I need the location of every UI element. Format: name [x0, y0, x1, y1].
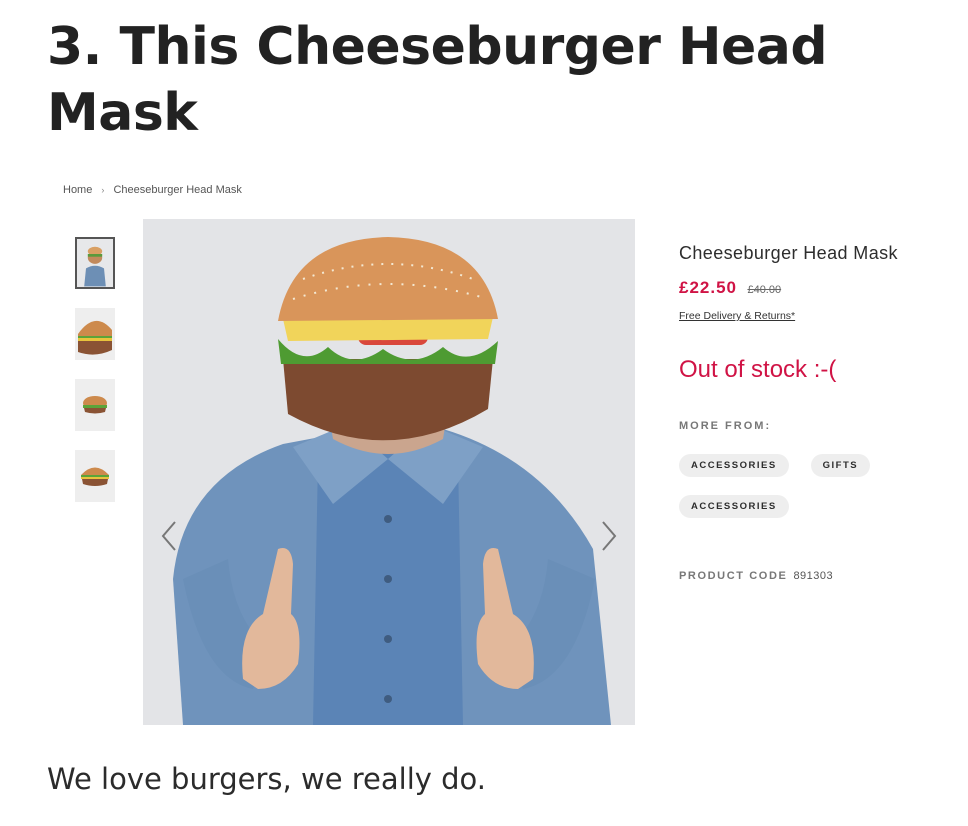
article-title: 3. This Cheeseburger Head Mask: [47, 17, 828, 143]
next-image-arrow-icon[interactable]: [597, 519, 621, 553]
thumbnail-front[interactable]: [75, 450, 115, 502]
stock-status: Out of stock :-(: [679, 356, 837, 383]
tag-gifts[interactable]: GIFTS: [810, 454, 871, 477]
thumbnail-top[interactable]: [75, 379, 115, 431]
current-price: £22.50: [679, 278, 737, 297]
price-row: £22.50 £40.00: [679, 278, 939, 298]
previous-image-arrow-icon[interactable]: [157, 519, 181, 553]
more-from-label: MORE FROM:: [679, 420, 772, 432]
thumbnail-list: [75, 237, 117, 521]
product-main-image: [143, 219, 635, 725]
article-caption: We love burgers, we really do.: [47, 762, 487, 796]
product-info-panel: Cheeseburger Head Mask £22.50 £40.00 Fre…: [679, 243, 939, 582]
breadcrumb-separator: ›: [101, 185, 105, 195]
tag-accessories[interactable]: ACCESSORIES: [679, 454, 789, 477]
thumbnail-side[interactable]: [75, 308, 115, 360]
breadcrumb-current: Cheeseburger Head Mask: [113, 184, 242, 196]
free-delivery-link[interactable]: Free Delivery & Returns*: [679, 310, 795, 322]
product-page-screenshot: Home › Cheeseburger Head Mask Cheeseburg…: [0, 165, 968, 735]
product-code-row: PRODUCT CODE 891303: [679, 570, 939, 582]
breadcrumb: Home › Cheeseburger Head Mask: [63, 184, 242, 196]
thumbnail-model[interactable]: [75, 237, 115, 289]
product-code-label: PRODUCT CODE: [679, 570, 788, 582]
tag-accessories-2[interactable]: ACCESSORIES: [679, 495, 789, 518]
breadcrumb-home-link[interactable]: Home: [63, 184, 92, 196]
product-code-value: 891303: [793, 570, 834, 582]
more-from-tags: ACCESSORIES GIFTS ACCESSORIES: [679, 454, 909, 536]
product-name: Cheeseburger Head Mask: [679, 243, 898, 263]
previous-price: £40.00: [747, 284, 782, 296]
